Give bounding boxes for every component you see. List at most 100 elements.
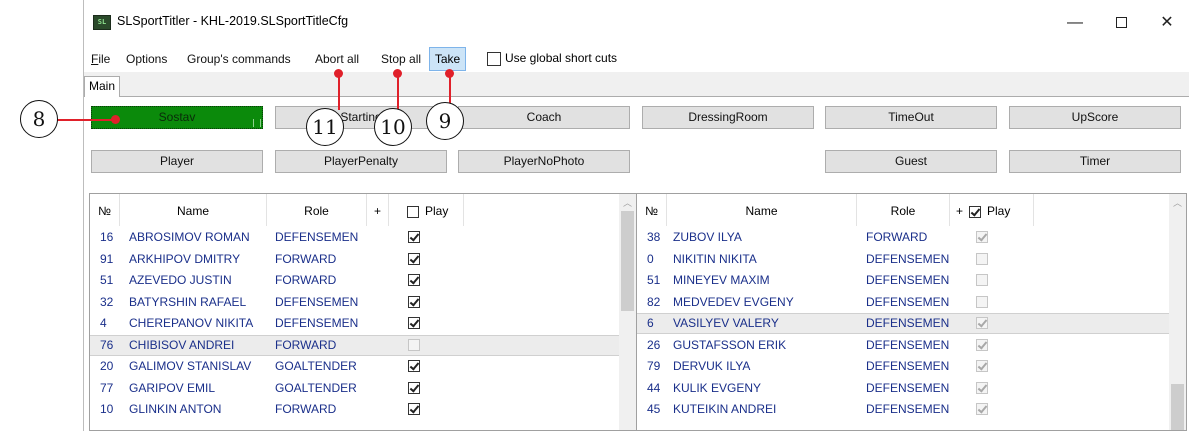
player-number: 51 <box>100 273 114 287</box>
player-button[interactable]: Player <box>91 150 263 173</box>
table-row[interactable]: 38 ZUBOV ILYA FORWARD <box>637 227 1169 248</box>
guest-team-grid[interactable]: № Name Role + Play 38 ZUBOV ILYA FORWARD 0 NI… <box>636 193 1187 431</box>
table-row[interactable]: 10 GLINKIN ANTON FORWARD <box>90 399 619 420</box>
playernophoto-button[interactable]: PlayerNoPhoto <box>458 150 630 173</box>
play-checkbox <box>976 252 988 265</box>
player-role: DEFENSEMEN <box>866 359 950 373</box>
table-row[interactable]: 76 CHIBISOV ANDREI FORWARD <box>90 334 619 356</box>
home-team-grid[interactable]: № Name Role + Play 16 ABROSIMOV ROMAN DEFE… <box>89 193 637 431</box>
maximize-icon <box>1115 17 1127 29</box>
player-number: 76 <box>100 337 114 352</box>
callout-11: 11 <box>306 108 344 146</box>
play-checkbox[interactable] <box>408 381 420 394</box>
player-role: DEFENSEMEN <box>866 337 950 352</box>
player-role: DEFENSEMEN <box>866 273 950 287</box>
timer-button[interactable]: Timer <box>1009 150 1181 173</box>
player-name: ABROSIMOV ROMAN <box>129 230 250 244</box>
table-row[interactable]: 0 NIKITIN NIKITA DEFENSEMEN <box>637 249 1169 270</box>
play-checkbox <box>976 403 988 415</box>
table-row[interactable]: 16 ABROSIMOV ROMAN DEFENSEMEN <box>90 227 619 248</box>
play-checkbox[interactable] <box>408 252 420 265</box>
play-all-checkbox[interactable] <box>969 205 982 218</box>
playerpenalty-button[interactable]: PlayerPenalty <box>275 150 447 173</box>
table-row[interactable]: 32 BATYRSHIN RAFAEL DEFENSEMEN <box>90 292 619 313</box>
header-name[interactable]: Name <box>120 194 267 226</box>
abort-all-button[interactable]: Abort all <box>315 52 359 66</box>
callout-8-dot <box>111 115 120 124</box>
play-checkbox[interactable] <box>408 295 420 308</box>
player-role: DEFENSEMEN <box>866 251 950 266</box>
table-row[interactable]: 6 VASILYEV VALERY DEFENSEMEN <box>637 313 1169 334</box>
starting-button[interactable]: Starting <box>275 106 447 129</box>
dressingroom-button[interactable]: DressingRoom <box>642 106 814 129</box>
callout-9: 9 <box>426 102 464 140</box>
play-checkbox <box>976 274 988 286</box>
table-row[interactable]: 44 KULIK EVGENY DEFENSEMEN <box>637 378 1169 399</box>
app-window: SL SLSportTitler - KHL-2019.SLSportTitle… <box>83 0 1189 432</box>
guest-button[interactable]: Guest <box>825 150 997 173</box>
stop-all-button[interactable]: Stop all <box>381 52 421 66</box>
header-play[interactable]: + Play <box>950 194 1034 226</box>
play-checkbox[interactable] <box>408 317 420 329</box>
maximize-button[interactable] <box>1098 0 1144 46</box>
scroll-up-icon[interactable]: ︿ <box>619 196 636 209</box>
play-checkbox[interactable] <box>408 274 420 286</box>
menu-file[interactable]: File <box>91 52 110 66</box>
scroll-thumb[interactable] <box>1171 384 1184 430</box>
menu-options[interactable]: Options <box>126 52 167 66</box>
vertical-scrollbar[interactable]: ︿ <box>619 194 636 430</box>
global-shortcuts-checkbox[interactable] <box>487 52 501 66</box>
player-role: DEFENSEMEN <box>275 230 359 244</box>
header-plus[interactable]: + <box>956 204 963 218</box>
player-name: KUTEIKIN ANDREI <box>673 402 777 416</box>
player-name: MINEYEV MAXIM <box>673 273 770 287</box>
vertical-scrollbar[interactable]: ︿ <box>1169 194 1186 430</box>
table-row[interactable]: 20 GALIMOV STANISLAV GOALTENDER <box>90 356 619 377</box>
play-checkbox[interactable] <box>408 231 420 243</box>
header-plus[interactable]: + <box>367 194 389 226</box>
table-row[interactable]: 82 MEDVEDEV EVGENY DEFENSEMEN <box>637 292 1169 313</box>
play-checkbox <box>408 338 420 351</box>
table-row[interactable]: 91 ARKHIPOV DMITRY FORWARD <box>90 249 619 270</box>
table-row[interactable]: 51 MINEYEV MAXIM DEFENSEMEN <box>637 270 1169 291</box>
take-button[interactable]: Take <box>429 47 466 71</box>
table-row[interactable]: 79 DERVUK ILYA DEFENSEMEN <box>637 356 1169 377</box>
header-name[interactable]: Name <box>667 194 857 226</box>
play-checkbox <box>976 338 988 351</box>
table-row[interactable]: 45 KUTEIKIN ANDREI DEFENSEMEN <box>637 399 1169 420</box>
play-checkbox <box>976 295 988 308</box>
play-checkbox[interactable] <box>408 360 420 372</box>
player-role: FORWARD <box>866 230 928 244</box>
player-role: DEFENSEMEN <box>866 316 950 330</box>
player-name: GALIMOV STANISLAV <box>129 359 252 373</box>
player-role: DEFENSEMEN <box>866 294 950 309</box>
play-all-checkbox[interactable] <box>407 205 419 218</box>
player-role: FORWARD <box>275 273 337 287</box>
header-role[interactable]: Role <box>857 194 950 226</box>
timeout-button[interactable]: TimeOut <box>825 106 997 129</box>
menu-bar: File Options Group's commands Abort all … <box>84 46 1189 72</box>
header-role[interactable]: Role <box>267 194 367 226</box>
window-title: SLSportTitler - KHL-2019.SLSportTitleCfg <box>117 14 349 28</box>
close-button[interactable]: ✕ <box>1144 0 1189 46</box>
table-row[interactable]: 4 CHEREPANOV NIKITA DEFENSEMEN <box>90 313 619 334</box>
play-checkbox[interactable] <box>408 403 420 415</box>
player-name: MEDVEDEV EVGENY <box>673 294 794 309</box>
table-row[interactable]: 51 AZEVEDO JUSTIN FORWARD <box>90 270 619 291</box>
scroll-thumb[interactable] <box>621 211 634 311</box>
player-name: ZUBOV ILYA <box>673 230 742 244</box>
coach-button[interactable]: Coach <box>458 106 630 129</box>
header-play[interactable]: Play <box>389 194 464 226</box>
menu-group-commands[interactable]: Group's commands <box>187 52 291 66</box>
sostav-label: Sostav <box>158 110 196 124</box>
table-row[interactable]: 77 GARIPOV EMIL GOALTENDER <box>90 378 619 399</box>
scroll-up-icon[interactable]: ︿ <box>1169 196 1186 209</box>
upscore-button[interactable]: UpScore <box>1009 106 1181 129</box>
table-row[interactable]: 26 GUSTAFSSON ERIK DEFENSEMEN <box>637 335 1169 356</box>
tab-main[interactable]: Main <box>84 76 120 97</box>
minimize-button[interactable]: — <box>1052 0 1098 46</box>
grid-header: № Name Role + Play <box>637 194 1186 226</box>
header-num[interactable]: № <box>90 194 120 226</box>
callout-9-line <box>449 74 451 106</box>
header-num[interactable]: № <box>637 194 667 226</box>
